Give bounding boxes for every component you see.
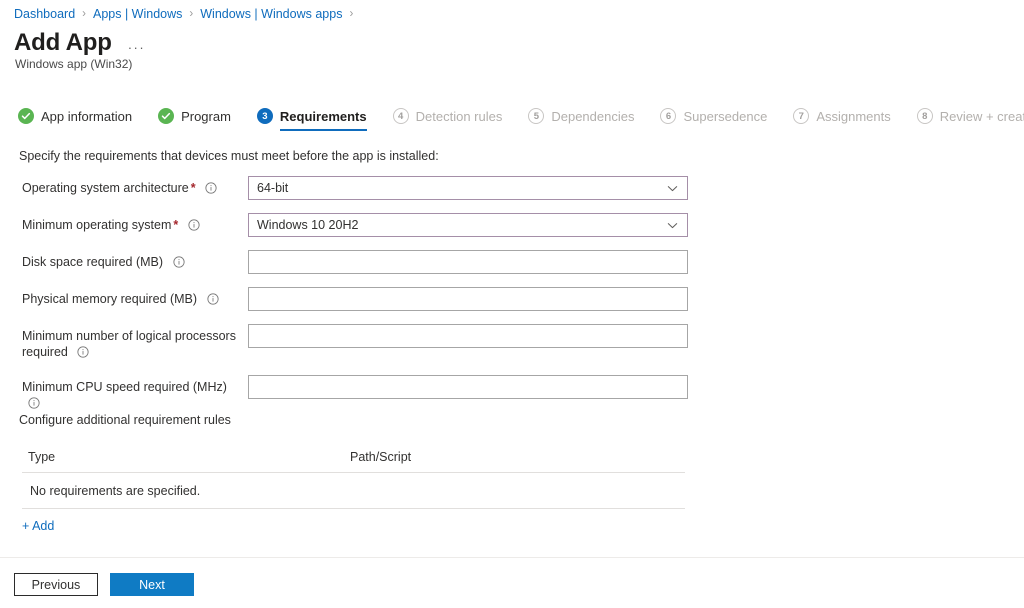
step-number-badge: 7 bbox=[793, 108, 810, 124]
table-header-row: Type Path/Script bbox=[22, 446, 685, 473]
field-control bbox=[248, 287, 688, 311]
chevron-down-icon bbox=[666, 182, 679, 195]
wizard-step-dependencies[interactable]: 5 Dependencies bbox=[528, 108, 634, 131]
minimum-operating-system-dropdown[interactable]: Windows 10 20H2 bbox=[248, 213, 688, 237]
wizard-step-label: Requirements bbox=[279, 108, 367, 124]
field-label-text: Minimum operating system bbox=[22, 218, 172, 232]
add-requirement-rule-link[interactable]: + Add bbox=[22, 519, 54, 533]
field-os-architecture: Operating system architecture * 64-bit bbox=[0, 176, 1024, 200]
field-control bbox=[248, 375, 688, 399]
wizard-step-supersedence[interactable]: 6 Supersedence bbox=[660, 108, 767, 131]
info-icon[interactable] bbox=[205, 182, 217, 198]
previous-button[interactable]: Previous bbox=[14, 573, 98, 596]
info-icon[interactable] bbox=[172, 256, 185, 272]
breadcrumb: Dashboard › Apps | Windows › Windows | W… bbox=[14, 6, 360, 22]
wizard-steps: App information Program 3 Requirements 4… bbox=[18, 108, 1024, 131]
wizard-footer: Previous Next bbox=[14, 573, 194, 596]
info-icon[interactable] bbox=[188, 219, 200, 235]
field-control: Windows 10 20H2 bbox=[248, 213, 688, 237]
field-label-text: Minimum number of logical processors req… bbox=[22, 329, 236, 359]
disk-space-required-input[interactable] bbox=[248, 250, 688, 274]
step-number-badge: 6 bbox=[660, 108, 677, 124]
required-indicator: * bbox=[173, 218, 179, 232]
wizard-step-label: Program bbox=[181, 108, 231, 124]
wizard-step-review-create[interactable]: 8 Review + create bbox=[916, 108, 1024, 131]
wizard-step-assignments[interactable]: 7 Assignments bbox=[793, 108, 891, 131]
field-label: Minimum CPU speed required (MHz) bbox=[22, 375, 248, 413]
wizard-step-label: App information bbox=[41, 108, 133, 124]
field-control bbox=[248, 324, 688, 348]
next-button[interactable]: Next bbox=[110, 573, 194, 596]
column-header-type: Type bbox=[28, 450, 56, 464]
field-control bbox=[248, 250, 688, 274]
field-minimum-operating-system: Minimum operating system * Windows 10 20H… bbox=[0, 213, 1024, 237]
step-number-badge: 5 bbox=[528, 108, 545, 124]
breadcrumb-separator-icon: › bbox=[189, 8, 194, 20]
required-indicator: * bbox=[190, 181, 196, 195]
step-number-badge: 3 bbox=[256, 108, 273, 124]
field-physical-memory-required: Physical memory required (MB) bbox=[0, 287, 1024, 311]
requirement-rules-table: Type Path/Script No requirements are spe… bbox=[22, 446, 685, 509]
wizard-step-label: Assignments bbox=[816, 108, 891, 124]
more-options-icon[interactable]: ··· bbox=[128, 40, 146, 55]
step-number-badge: 4 bbox=[392, 108, 409, 124]
wizard-step-detection-rules[interactable]: 4 Detection rules bbox=[392, 108, 503, 131]
step-number-badge: 8 bbox=[916, 108, 933, 124]
wizard-step-label: Review + create bbox=[939, 108, 1024, 124]
wizard-step-program[interactable]: Program bbox=[158, 108, 231, 131]
column-header-path-script: Path/Script bbox=[350, 450, 412, 464]
field-disk-space-required: Disk space required (MB) bbox=[0, 250, 1024, 274]
additional-rules-label: Configure additional requirement rules bbox=[19, 413, 231, 427]
check-icon bbox=[18, 108, 34, 124]
field-label: Minimum number of logical processors req… bbox=[22, 324, 248, 362]
field-label-text: Minimum CPU speed required (MHz) bbox=[22, 380, 227, 394]
field-label-text: Disk space required (MB) bbox=[22, 255, 164, 269]
field-minimum-cpu-speed: Minimum CPU speed required (MHz) bbox=[0, 375, 1024, 413]
breadcrumb-separator-icon: › bbox=[82, 8, 86, 20]
requirements-intro-text: Specify the requirements that devices mu… bbox=[19, 149, 439, 163]
info-icon[interactable] bbox=[28, 397, 40, 413]
minimum-cpu-speed-input[interactable] bbox=[248, 375, 688, 399]
field-label: Minimum operating system * bbox=[22, 213, 248, 235]
wizard-step-app-information[interactable]: App information bbox=[18, 108, 132, 131]
field-control: 64-bit bbox=[248, 176, 688, 200]
table-empty-row: No requirements are specified. bbox=[22, 473, 685, 509]
field-label-text: Operating system architecture bbox=[22, 181, 189, 195]
field-label: Physical memory required (MB) bbox=[22, 287, 248, 309]
physical-memory-required-input[interactable] bbox=[248, 287, 688, 311]
wizard-step-label: Supersedence bbox=[683, 108, 768, 124]
breadcrumb-separator-icon: › bbox=[349, 8, 354, 20]
page-title: Add App bbox=[14, 29, 112, 56]
wizard-step-requirements[interactable]: 3 Requirements bbox=[256, 108, 367, 131]
field-label-text: Physical memory required (MB) bbox=[22, 292, 198, 306]
field-label: Operating system architecture * bbox=[22, 176, 248, 198]
page-subtitle: Windows app (Win32) bbox=[15, 57, 133, 71]
os-architecture-value: 64-bit bbox=[257, 181, 289, 195]
footer-divider bbox=[0, 557, 1024, 558]
breadcrumb-item-dashboard[interactable]: Dashboard bbox=[14, 6, 75, 22]
wizard-step-label: Dependencies bbox=[551, 108, 635, 124]
breadcrumb-item-windows-apps[interactable]: Windows | Windows apps bbox=[200, 6, 342, 22]
page-header: Add App ··· bbox=[14, 28, 145, 58]
minimum-operating-system-value: Windows 10 20H2 bbox=[257, 218, 359, 232]
breadcrumb-item-apps-windows[interactable]: Apps | Windows bbox=[93, 6, 182, 22]
chevron-down-icon bbox=[666, 219, 679, 232]
info-icon[interactable] bbox=[77, 346, 89, 362]
field-minimum-logical-processors: Minimum number of logical processors req… bbox=[0, 324, 1024, 362]
add-app-wizard-page: Dashboard › Apps | Windows › Windows | W… bbox=[0, 0, 1024, 608]
field-label: Disk space required (MB) bbox=[22, 250, 248, 272]
info-icon[interactable] bbox=[206, 293, 219, 309]
wizard-step-label: Detection rules bbox=[415, 108, 503, 124]
requirements-form: Operating system architecture * 64-bit M… bbox=[0, 176, 1024, 426]
minimum-logical-processors-input[interactable] bbox=[248, 324, 688, 348]
os-architecture-dropdown[interactable]: 64-bit bbox=[248, 176, 688, 200]
check-icon bbox=[158, 108, 175, 124]
